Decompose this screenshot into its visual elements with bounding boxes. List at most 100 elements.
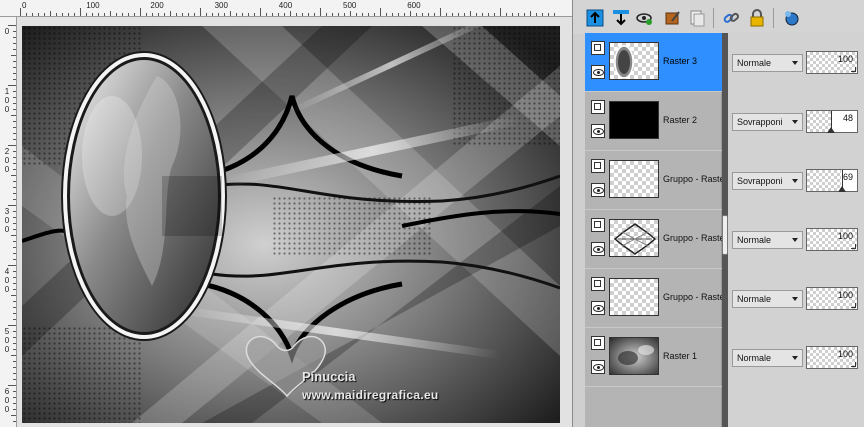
ruler-tick <box>13 193 16 194</box>
ruler-tick <box>13 307 16 308</box>
blend-mode-dropdown[interactable]: Normale <box>732 349 803 367</box>
ruler-tick <box>548 13 549 16</box>
ruler-tick <box>428 13 429 16</box>
visibility-toggle-icon[interactable] <box>635 8 655 28</box>
ruler-tick <box>80 8 81 16</box>
lock-icon[interactable] <box>747 8 767 28</box>
chevron-down-icon <box>792 297 798 301</box>
paint-shop-pro-workspace: 0 100 200 300 400 500 600 0 1 0 0 2 0 0 3 0 0 4 0 … <box>0 0 864 427</box>
layer-row[interactable]: Raster 3 <box>585 33 722 92</box>
layer-properties-icon[interactable] <box>591 277 605 291</box>
ruler-tick <box>386 13 387 16</box>
opacity-corner <box>851 67 856 72</box>
layer-properties-icon[interactable] <box>591 41 605 55</box>
ruler-label: 3 0 0 <box>4 207 10 234</box>
ruler-tick <box>374 13 375 16</box>
blend-mode-value: Normale <box>737 353 772 363</box>
opacity-value: 48 <box>842 113 853 123</box>
layer-name: Raster 3 <box>663 56 698 66</box>
ruler-tick <box>314 13 315 16</box>
ruler-tick <box>242 13 243 16</box>
ruler-tick <box>13 253 16 254</box>
layer-properties-icon[interactable] <box>591 336 605 350</box>
ruler-tick <box>11 175 16 176</box>
eye-icon[interactable] <box>591 65 605 79</box>
ruler-tick <box>13 43 16 44</box>
opacity-slider[interactable]: 69 <box>806 169 858 192</box>
ruler-tick <box>194 13 195 16</box>
canvas-area[interactable]: Pinuccia www.maidiregrafica.eu <box>17 17 589 427</box>
layer-row[interactable]: Gruppo - Raster <box>585 151 722 210</box>
layer-blend-controls: Normale 100 <box>728 328 864 387</box>
opacity-slider[interactable]: 100 <box>806 228 858 251</box>
ruler-tick <box>494 13 495 16</box>
blend-mode-dropdown[interactable]: Sovrapponi <box>732 113 803 131</box>
toolbar-separator <box>713 8 714 28</box>
opacity-slider[interactable]: 48 <box>806 110 858 133</box>
mask-edit-icon[interactable] <box>663 8 683 28</box>
ruler-tick <box>308 13 309 16</box>
layer-row[interactable]: Gruppo - Raster <box>585 269 722 328</box>
artwork-graphic <box>22 26 560 423</box>
blend-mode-dropdown[interactable]: Sovrapponi <box>732 172 803 190</box>
ruler-tick <box>266 13 267 16</box>
layer-properties-icon[interactable] <box>591 100 605 114</box>
layer-toggles <box>591 100 605 140</box>
ruler-tick <box>158 13 159 16</box>
ruler-label: 600 <box>407 1 421 10</box>
vertical-ruler: 0 1 0 0 2 0 0 3 0 0 4 0 0 5 0 0 6 0 0 <box>0 17 17 427</box>
duplicate-layer-icon[interactable] <box>687 8 707 28</box>
eye-icon[interactable] <box>591 183 605 197</box>
eye-icon[interactable] <box>591 360 605 374</box>
opacity-slider[interactable]: 100 <box>806 51 858 74</box>
ruler-tick <box>13 397 16 398</box>
ruler-tick <box>254 13 255 16</box>
watermark-name: Pinuccia <box>302 369 356 384</box>
opacity-marker[interactable] <box>827 127 835 133</box>
ruler-tick <box>488 13 489 16</box>
layer-list: Raster 3 Raster 2 Gruppo - Raster Gruppo - … <box>585 33 722 427</box>
ruler-tick <box>8 265 16 266</box>
ruler-tick <box>13 217 16 218</box>
ruler-tick <box>248 13 249 16</box>
layer-row[interactable]: Gruppo - Raster <box>585 210 722 269</box>
opacity-slider[interactable]: 100 <box>806 346 858 369</box>
ruler-tick <box>302 13 303 16</box>
ruler-tick <box>13 247 16 248</box>
ruler-tick <box>13 337 16 338</box>
blend-mode-dropdown[interactable]: Normale <box>732 231 803 249</box>
opacity-slider[interactable]: 100 <box>806 287 858 310</box>
ruler-tick <box>338 13 339 16</box>
ruler-tick <box>368 13 369 16</box>
artwork-image[interactable]: Pinuccia www.maidiregrafica.eu <box>22 26 560 423</box>
ruler-tick <box>13 211 16 212</box>
ruler-tick <box>13 379 16 380</box>
layer-toggles <box>591 277 605 317</box>
blend-mode-dropdown[interactable]: Normale <box>732 54 803 72</box>
ruler-tick <box>422 13 423 16</box>
layer-row[interactable]: Raster 2 <box>585 92 722 151</box>
ruler-tick <box>344 13 345 16</box>
ruler-tick <box>206 13 207 16</box>
ruler-tick <box>38 13 39 16</box>
opacity-marker[interactable] <box>838 186 846 192</box>
chevron-down-icon <box>792 61 798 65</box>
ruler-tick <box>404 13 405 16</box>
ruler-tick <box>13 373 16 374</box>
new-layer-below-icon[interactable] <box>611 8 631 28</box>
link-icon[interactable] <box>721 8 741 28</box>
blend-mode-dropdown[interactable]: Normale <box>732 290 803 308</box>
ruler-tick <box>13 157 16 158</box>
eye-icon[interactable] <box>591 242 605 256</box>
layer-effects-icon[interactable] <box>781 8 801 28</box>
eye-icon[interactable] <box>591 301 605 315</box>
layer-properties-icon[interactable] <box>591 218 605 232</box>
ruler-tick <box>13 361 16 362</box>
ruler-tick <box>13 133 16 134</box>
layer-properties-icon[interactable] <box>591 159 605 173</box>
layer-row[interactable]: Raster 1 <box>585 328 722 387</box>
ruler-tick <box>11 115 16 116</box>
new-raster-layer-icon[interactable] <box>585 8 605 28</box>
ruler-label: 0 <box>4 27 10 36</box>
eye-icon[interactable] <box>591 124 605 138</box>
